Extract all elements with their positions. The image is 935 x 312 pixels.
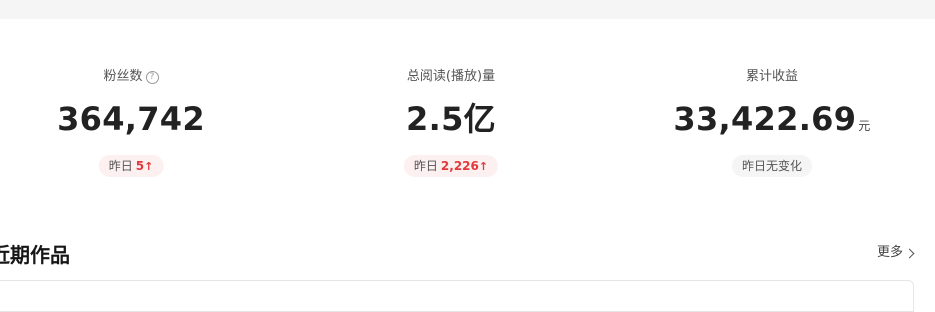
stat-followers-label: 粉丝数 [103, 69, 143, 84]
stats-overview: 粉丝数 ? 364,742 昨日 5↑ 总阅读(播放)量 2.5亿 昨日 2,226… [0, 19, 935, 219]
stat-total-reads-value: 2.5亿 [321, 99, 581, 139]
more-label: 更多 [876, 245, 903, 260]
arrow-up-icon: ↑ [478, 160, 489, 173]
stat-total-earnings-yesterday-badge: 昨日无变化 [731, 155, 813, 177]
stat-followers-yesterday-badge: 昨日 5↑ [98, 155, 164, 177]
stat-total-reads-label-row: 总阅读(播放)量 [321, 68, 581, 86]
stat-total-earnings-label: 累计收益 [745, 69, 798, 84]
stat-total-earnings-label-row: 累计收益 [642, 68, 902, 86]
stat-total-earnings-number: 33,422.69 [673, 100, 857, 138]
stat-followers-number: 364,742 [57, 100, 205, 138]
stat-followers-value: 364,742 [1, 99, 261, 139]
question-circle-icon[interactable]: ? [145, 70, 159, 84]
arrow-up-icon: ↑ [144, 160, 154, 173]
badge-prefix: 昨日 [108, 159, 133, 173]
more-link[interactable]: 更多 [876, 244, 915, 262]
stat-total-earnings-value: 33,422.69 元 [642, 99, 902, 146]
badge-delta: 2,226 [440, 159, 479, 173]
chevron-right-icon [904, 248, 915, 258]
recent-works-title: 近期作品 [0, 243, 70, 267]
stat-total-reads-yesterday-badge: 昨日 2,226↑ [403, 155, 499, 177]
currency-unit: 元 [858, 119, 871, 133]
stat-total-reads-number: 2.5亿 [406, 100, 496, 138]
recent-works-list [0, 280, 914, 312]
stat-followers-label-row: 粉丝数 ? [1, 68, 261, 86]
top-band [0, 0, 935, 19]
badge-prefix: 昨日 [413, 159, 438, 173]
badge-text: 昨日无变化 [741, 159, 803, 173]
stat-total-reads-label: 总阅读(播放)量 [406, 69, 496, 84]
